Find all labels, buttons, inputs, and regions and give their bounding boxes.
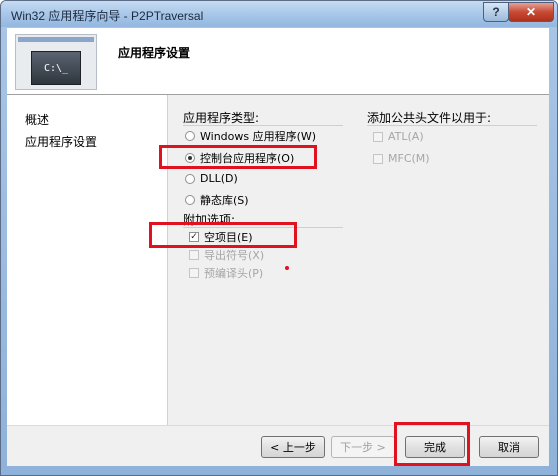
console-window-icon: C:\_ (31, 51, 81, 85)
close-button[interactable]: ✕ (508, 2, 554, 22)
common-headers-divider (367, 125, 537, 126)
checkbox-disabled (373, 131, 383, 142)
wizard-header: C:\_ 应用程序设置 (7, 28, 549, 95)
checkbox-export-symbols: 导出符号(X) (189, 247, 264, 263)
checkbox-atl-label: ATL(A) (388, 130, 424, 143)
title-bar[interactable]: Win32 应用程序向导 - P2PTraversal ? ✕ (1, 1, 557, 27)
radio-windows-app[interactable]: Windows 应用程序(W) (185, 128, 316, 144)
radio-button[interactable] (185, 195, 195, 205)
app-type-label: 应用程序类型: (183, 111, 260, 125)
app-type-divider (183, 125, 343, 126)
checkbox-atl: ATL(A) (373, 130, 424, 143)
radio-button[interactable] (185, 173, 195, 184)
help-button[interactable]: ? (483, 2, 509, 22)
highlight-console-app (159, 145, 317, 169)
nav-item-overview[interactable]: 概述 (25, 111, 49, 128)
radio-static-lib-label: 静态库(S) (200, 194, 249, 207)
highlight-finish-button (394, 422, 470, 466)
checkbox-export-symbols-label: 导出符号(X) (204, 249, 265, 262)
prev-button[interactable]: < 上一步 (261, 436, 325, 458)
radio-button[interactable] (185, 131, 195, 141)
common-headers-label: 添加公共头文件以用于: (367, 111, 492, 125)
wizard-window: Win32 应用程序向导 - P2PTraversal ? ✕ C:\_ 应用程… (0, 0, 558, 476)
radio-dll[interactable]: DLL(D) (185, 172, 238, 185)
wizard-footer: < 上一步 下一步 > 完成 取消 (7, 422, 549, 466)
next-button: 下一步 > (331, 436, 395, 458)
highlight-empty-project (149, 222, 297, 248)
radio-dll-label: DLL(D) (200, 172, 238, 185)
wizard-content: 概述 应用程序设置 应用程序类型: Windows 应用程序(W) 控制台应用程… (7, 95, 549, 425)
console-app-icon: C:\_ (15, 34, 97, 90)
page-title: 应用程序设置 (118, 46, 191, 60)
cancel-button[interactable]: 取消 (479, 436, 539, 458)
checkbox-mfc-label: MFC(M) (388, 152, 430, 165)
wizard-nav: 概述 应用程序设置 (7, 95, 167, 425)
window-title: Win32 应用程序向导 - P2PTraversal (11, 9, 204, 23)
nav-item-app-settings[interactable]: 应用程序设置 (25, 133, 97, 150)
radio-windows-app-label: Windows 应用程序(W) (200, 130, 317, 143)
checkbox-precompiled-header-label: 预编译头(P) (204, 267, 264, 280)
checkbox-precompiled-header: 预编译头(P) (189, 265, 263, 281)
red-dot-marker (285, 266, 289, 270)
checkbox-disabled (189, 268, 199, 278)
checkbox-disabled (373, 153, 383, 164)
checkbox-disabled (189, 250, 199, 260)
checkbox-mfc: MFC(M) (373, 152, 430, 165)
radio-static-lib[interactable]: 静态库(S) (185, 192, 249, 208)
